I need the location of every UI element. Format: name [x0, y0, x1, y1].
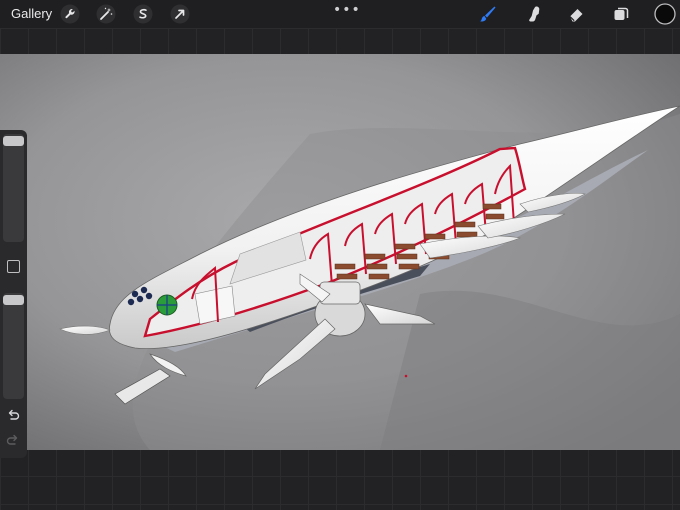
more-options-icon[interactable]: •••	[333, 2, 361, 18]
top-toolbar: Gallery •••	[0, 0, 680, 28]
opacity-slider[interactable]	[3, 293, 24, 399]
opacity-thumb[interactable]	[3, 295, 24, 305]
gallery-button[interactable]: Gallery	[11, 6, 52, 21]
drawing-canvas[interactable]	[0, 54, 680, 450]
brush-size-slider[interactable]	[3, 134, 24, 242]
color-swatch[interactable]	[654, 3, 676, 25]
smudge-icon[interactable]	[524, 4, 544, 24]
wrench-icon[interactable]	[60, 4, 80, 24]
redo-icon[interactable]	[6, 433, 20, 447]
undo-icon[interactable]	[6, 408, 20, 422]
layers-icon[interactable]	[611, 4, 631, 24]
eraser-icon[interactable]	[566, 4, 586, 24]
selection-icon[interactable]	[133, 4, 153, 24]
transform-arrow-icon[interactable]	[170, 4, 190, 24]
brush-icon[interactable]	[478, 4, 498, 24]
modify-button[interactable]	[7, 260, 20, 273]
brush-size-thumb[interactable]	[3, 136, 24, 146]
magic-wand-icon[interactable]	[96, 4, 116, 24]
left-sidebar	[0, 130, 27, 458]
